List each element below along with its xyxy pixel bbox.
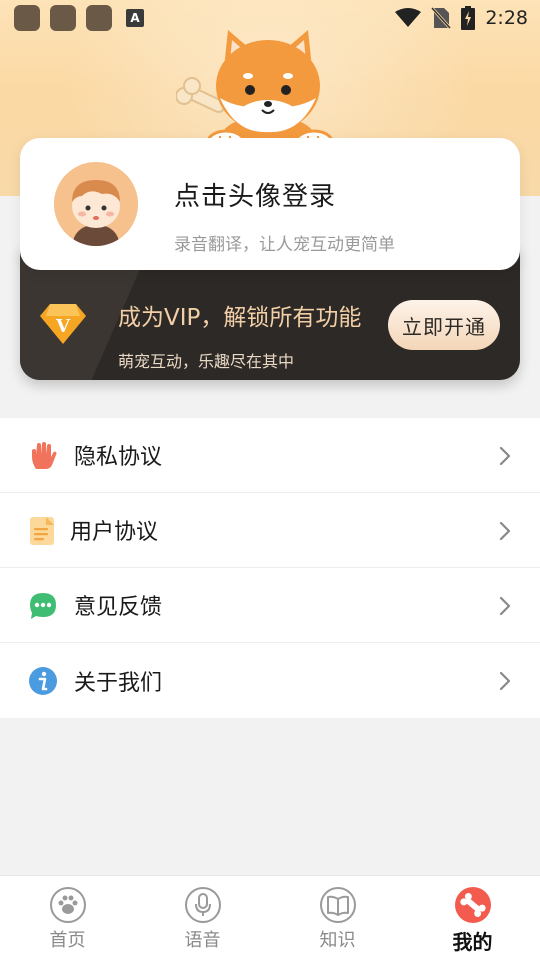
bottom-navigation: 首页 语音 知识 我的	[0, 875, 540, 960]
chat-bubble-icon	[30, 593, 56, 619]
tab-label-knowledge: 知识	[319, 930, 356, 951]
menu-label-user-agreement: 用户协议	[70, 520, 159, 545]
tab-label-mine: 我的	[452, 930, 493, 954]
menu-label-feedback: 意见反馈	[74, 595, 163, 620]
tab-home[interactable]: 首页	[0, 876, 135, 960]
diamond-vip-icon: V	[40, 304, 86, 344]
tab-voice[interactable]: 语音	[135, 876, 270, 960]
chevron-right-icon	[499, 671, 511, 691]
chevron-right-icon	[499, 521, 511, 541]
vip-title: 成为VIP，解锁所有功能	[118, 305, 362, 331]
wifi-icon	[395, 8, 422, 27]
shiba-dog-mascot	[176, 30, 334, 156]
status-time: 2:28	[485, 7, 528, 29]
login-prompt[interactable]: 点击头像登录	[174, 176, 336, 213]
info-icon	[29, 667, 57, 695]
battery-icon	[461, 6, 476, 30]
paw-icon	[49, 887, 86, 923]
document-icon	[30, 517, 54, 545]
tab-knowledge[interactable]: 知识	[270, 876, 405, 960]
microphone-icon	[184, 887, 221, 923]
notification-icon	[14, 5, 40, 31]
avatar-illustration	[54, 162, 138, 246]
book-icon	[319, 887, 356, 923]
tab-label-voice: 语音	[184, 930, 221, 951]
menu-item-feedback[interactable]: 意见反馈	[0, 568, 540, 643]
profile-card: 点击头像登录 录音翻译，让人宠互动更简单	[20, 138, 520, 270]
menu-label-privacy: 隐私协议	[74, 445, 163, 470]
menu-item-privacy[interactable]: 隐私协议	[0, 418, 540, 493]
profile-subtitle: 录音翻译，让人宠互动更简单	[174, 235, 395, 255]
tab-label-home: 首页	[49, 930, 86, 951]
menu-label-about-us: 关于我们	[74, 670, 163, 696]
menu-item-about-us[interactable]: 关于我们	[0, 643, 540, 718]
activate-vip-button[interactable]: 立即开通	[388, 300, 500, 350]
avatar[interactable]	[54, 162, 138, 246]
chevron-right-icon	[499, 596, 511, 616]
bone-icon	[454, 887, 491, 923]
no-sim-icon	[431, 7, 452, 29]
notification-a-icon: A	[126, 9, 144, 27]
menu-item-user-agreement[interactable]: 用户协议	[0, 493, 540, 568]
hand-icon	[32, 442, 57, 469]
settings-menu: 隐私协议 用户协议 意见反馈 关于我们	[0, 418, 540, 718]
vip-badge-letter: V	[55, 316, 71, 337]
notification-icon	[50, 5, 76, 31]
tab-mine[interactable]: 我的	[405, 876, 540, 960]
chevron-right-icon	[499, 446, 511, 466]
vip-subtitle: 萌宠互动，乐趣尽在其中	[118, 352, 295, 371]
notification-icon	[86, 5, 112, 31]
